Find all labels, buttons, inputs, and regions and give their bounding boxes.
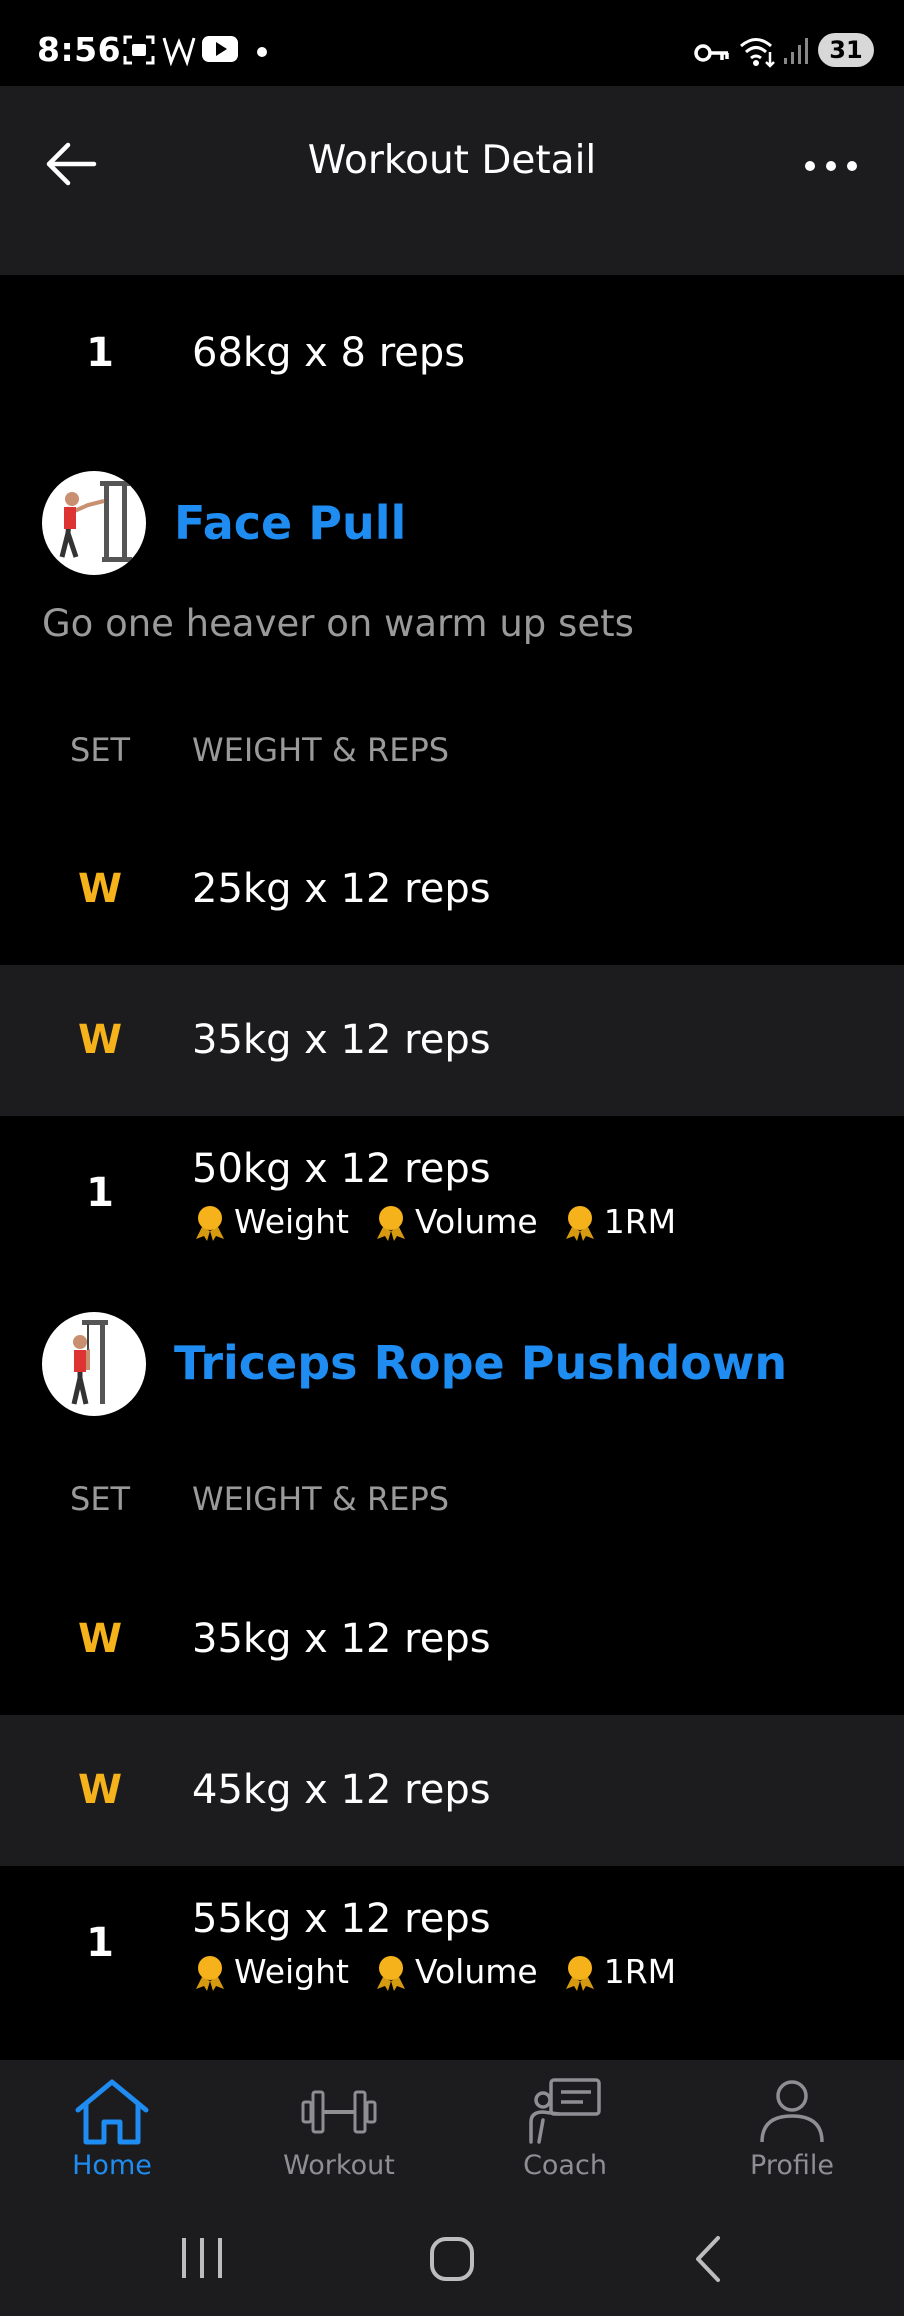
status-time: 8:56 <box>37 30 122 69</box>
dot-icon <box>257 47 267 57</box>
medal-icon <box>376 1205 405 1241</box>
nav-label: Home <box>72 2150 152 2181</box>
set-row: 1 50kg x 12 reps Weight Volume 1RM <box>0 1116 904 1266</box>
w-app-icon <box>162 37 196 66</box>
face-pull-illustration <box>59 481 132 562</box>
weight-reps: 35kg x 12 reps <box>192 1616 491 1662</box>
battery-indicator: 31 <box>818 33 874 67</box>
set-row: W 25kg x 12 reps <box>0 814 904 965</box>
pr-label: Weight <box>234 1202 349 1241</box>
system-back-icon[interactable] <box>688 2234 728 2284</box>
nav-coach[interactable]: Coach <box>475 2076 655 2196</box>
signal-icon <box>784 38 808 64</box>
nav-home[interactable]: Home <box>22 2076 202 2196</box>
pr-badge: Weight <box>192 1952 349 1991</box>
exercise-name[interactable]: Face Pull <box>174 496 406 550</box>
weight-reps: 35kg x 12 reps <box>192 1017 491 1063</box>
pr-label: 1RM <box>603 1202 677 1241</box>
exercise-thumbnail[interactable] <box>42 1312 146 1416</box>
recent-apps-icon[interactable] <box>176 2234 228 2282</box>
exercise-name[interactable]: Triceps Rope Pushdown <box>174 1336 787 1390</box>
weight-reps: 25kg x 12 reps <box>192 866 491 912</box>
vpn-key-icon <box>694 44 729 62</box>
column-header-weight-reps: WEIGHT & REPS <box>192 731 450 769</box>
set-warmup-label: W <box>77 1017 123 1063</box>
pr-label: Volume <box>414 1202 538 1241</box>
more-options-icon[interactable] <box>796 141 866 191</box>
pr-badge: Volume <box>373 1202 538 1241</box>
screenshot-icon <box>123 35 155 65</box>
pr-badges: Weight Volume 1RM <box>192 1952 700 1991</box>
pr-badge: Weight <box>192 1202 349 1241</box>
weight-reps: 68kg x 8 reps <box>192 330 466 376</box>
triceps-pushdown-illustration <box>71 1320 108 1405</box>
exercise-note: Go one heaver on warm up sets <box>42 602 634 645</box>
dumbbell-icon <box>301 2090 377 2134</box>
bottom-navigation: Home Workout Coach Profile <box>0 2060 904 2200</box>
set-number: 1 <box>86 1920 114 1966</box>
medal-icon <box>565 1955 594 1991</box>
medal-icon <box>196 1205 224 1241</box>
column-header-weight-reps: WEIGHT & REPS <box>192 1480 450 1518</box>
pr-label: Weight <box>234 1952 349 1991</box>
set-row: W 35kg x 12 reps <box>0 965 904 1116</box>
nav-label: Profile <box>750 2150 834 2181</box>
pr-badges: Weight Volume 1RM <box>192 1202 700 1241</box>
medal-icon <box>376 1955 405 1991</box>
set-row: W 45kg x 12 reps <box>0 1715 904 1866</box>
medal-icon <box>196 1955 224 1991</box>
page-title: Workout Detail <box>307 138 597 183</box>
status-bar: 8:56 31 <box>0 0 904 86</box>
nav-profile[interactable]: Profile <box>702 2076 882 2196</box>
exercise-thumbnail[interactable] <box>42 471 146 575</box>
set-warmup-label: W <box>77 1616 123 1662</box>
wifi-icon <box>740 38 775 68</box>
set-number: 1 <box>86 1170 114 1216</box>
column-header-set: SET <box>70 731 131 769</box>
home-button-icon[interactable] <box>427 2234 477 2284</box>
nav-workout[interactable]: Workout <box>249 2076 429 2196</box>
medal-icon <box>565 1205 594 1241</box>
pr-badge: 1RM <box>562 1952 676 1991</box>
app-header: Workout Detail <box>0 86 904 275</box>
weight-reps: 55kg x 12 reps <box>192 1896 491 1942</box>
system-navigation-bar <box>0 2200 904 2316</box>
set-warmup-label: W <box>77 1767 123 1813</box>
coach-icon <box>529 2078 601 2144</box>
home-icon <box>75 2079 149 2145</box>
pr-badge: 1RM <box>562 1202 676 1241</box>
set-row: W 35kg x 12 reps <box>0 1564 904 1715</box>
set-number: 1 <box>86 330 114 376</box>
set-warmup-label: W <box>77 866 123 912</box>
nav-label: Coach <box>523 2150 607 2181</box>
pr-label: 1RM <box>603 1952 677 1991</box>
nav-label: Workout <box>283 2150 395 2181</box>
profile-icon <box>760 2080 824 2143</box>
pr-badge: Volume <box>373 1952 538 1991</box>
set-row: 1 55kg x 12 reps Weight Volume 1RM <box>0 1866 904 2016</box>
set-row: 1 68kg x 8 reps <box>0 290 904 420</box>
column-header-set: SET <box>70 1480 131 1518</box>
pr-label: Volume <box>414 1952 538 1991</box>
weight-reps: 50kg x 12 reps <box>192 1146 491 1192</box>
youtube-icon <box>202 36 238 62</box>
weight-reps: 45kg x 12 reps <box>192 1767 491 1813</box>
